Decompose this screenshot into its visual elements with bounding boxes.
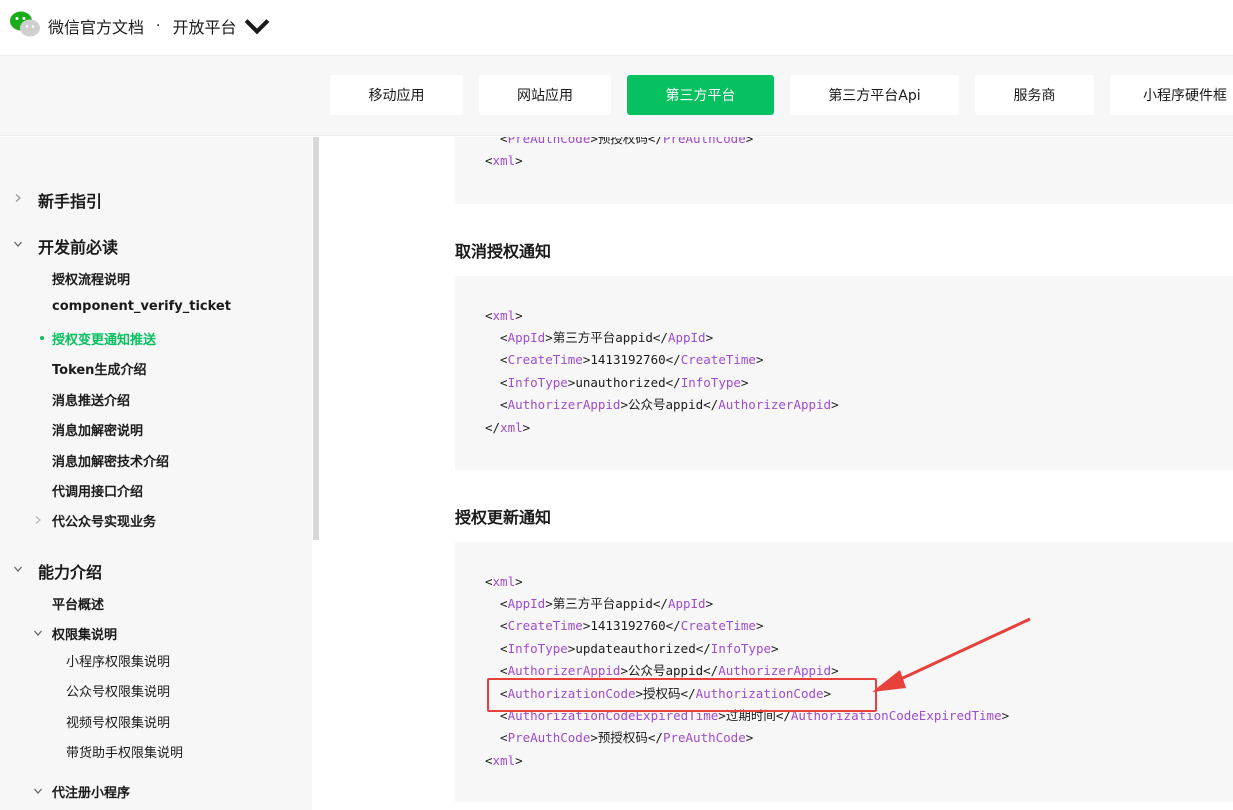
platform-tabs: 移动应用 网站应用 第三方平台 第三方平台Api 服务商 小程序硬件框	[0, 56, 1233, 136]
code-line: <AppId>第三方平台appid</AppId>	[485, 596, 714, 611]
sidebar-item-auth-flow[interactable]: 授权流程说明	[52, 269, 130, 288]
chevron-down-icon	[245, 19, 270, 35]
tab-mobile-app[interactable]: 移动应用	[330, 75, 463, 115]
sidebar-item-token-intro[interactable]: Token生成介绍	[52, 359, 146, 378]
sidebar-item-msg-encrypt-tech[interactable]: 消息加解密技术介绍	[52, 451, 169, 470]
code-line: <CreateTime>1413192760</CreateTime>	[485, 352, 764, 367]
annotation-arrow-icon	[872, 617, 1031, 692]
sidebar-section-capabilities[interactable]: 能力介绍	[38, 559, 102, 583]
code-line: <xml>	[485, 753, 523, 768]
chevron-down-icon[interactable]	[13, 564, 23, 574]
sidebar: 新手指引 开发前必读 授权流程说明 component_verify_ticke…	[0, 137, 312, 810]
heading-cancel-auth: 取消授权通知	[455, 242, 552, 261]
active-indicator	[40, 336, 44, 340]
top-header: 微信官方文档 · 开放平台	[0, 0, 1233, 56]
code-line: <InfoType>unauthorized</InfoType>	[485, 375, 749, 390]
code-block-cancel-auth: <xml> <AppId>第三方平台appid</AppId> <CreateT…	[455, 276, 1233, 470]
code-line: <xml>	[485, 153, 523, 168]
tab-website-app[interactable]: 网站应用	[479, 75, 611, 115]
sidebar-section-before-dev[interactable]: 开发前必读	[38, 234, 118, 258]
sidebar-item-shop-assistant-permissions[interactable]: 带货助手权限集说明	[66, 742, 183, 761]
code-line: <AppId>第三方平台appid</AppId>	[485, 330, 714, 345]
tab-third-party-platform[interactable]: 第三方平台	[627, 75, 774, 115]
sidebar-scrollbar[interactable]	[313, 137, 319, 540]
sidebar-item-verify-ticket[interactable]: component_verify_ticket	[52, 299, 231, 314]
tab-third-party-api[interactable]: 第三方平台Api	[790, 75, 959, 115]
code-line: <xml>	[485, 574, 523, 589]
sidebar-item-auth-change-push[interactable]: 授权变更通知推送	[52, 329, 156, 348]
sidebar-section-getting-started[interactable]: 新手指引	[38, 188, 102, 212]
code-line: <InfoType>updateauthorized</InfoType>	[485, 641, 779, 656]
site-title[interactable]: 微信官方文档	[48, 14, 144, 38]
code-line: <xml>	[485, 308, 523, 323]
chevron-down-icon[interactable]	[13, 239, 23, 249]
code-block-previous: <PreAuthCode>预授权码</PreAuthCode> <xml>	[455, 137, 1233, 204]
sidebar-item-proxy-api[interactable]: 代调用接口介绍	[52, 481, 143, 500]
code-block-update-auth: <xml> <AppId>第三方平台appid</AppId> <CreateT…	[455, 542, 1233, 802]
sidebar-item-permissions[interactable]: 权限集说明	[52, 624, 117, 643]
code-line: <PreAuthCode>预授权码</PreAuthCode>	[485, 137, 754, 146]
sidebar-item-register-mp[interactable]: 代注册小程序	[52, 782, 130, 801]
sidebar-item-oa-permissions[interactable]: 公众号权限集说明	[66, 681, 170, 700]
platform-label: 开放平台	[172, 18, 237, 37]
sidebar-item-oa-business[interactable]: 代公众号实现业务	[52, 511, 156, 530]
tab-miniprogram-hardware[interactable]: 小程序硬件框	[1110, 75, 1233, 115]
chevron-right-icon[interactable]	[33, 515, 43, 525]
code-line: <CreateTime>1413192760</CreateTime>	[485, 618, 764, 633]
sidebar-item-channels-permissions[interactable]: 视频号权限集说明	[66, 712, 170, 731]
chevron-down-icon[interactable]	[33, 628, 43, 638]
sidebar-item-mp-permissions[interactable]: 小程序权限集说明	[66, 651, 170, 670]
chevron-right-icon[interactable]	[13, 193, 23, 203]
title-separator: ·	[156, 18, 161, 34]
sidebar-item-platform-overview[interactable]: 平台概述	[52, 594, 104, 613]
code-line: </xml>	[485, 420, 531, 435]
chevron-down-icon[interactable]	[33, 786, 43, 796]
sidebar-item-msg-push[interactable]: 消息推送介绍	[52, 390, 130, 409]
wechat-logo-icon[interactable]	[8, 9, 42, 43]
sidebar-item-msg-encrypt[interactable]: 消息加解密说明	[52, 420, 143, 439]
annotation-highlight-box	[487, 678, 877, 712]
heading-update-auth: 授权更新通知	[455, 508, 552, 527]
tab-service-provider[interactable]: 服务商	[975, 75, 1094, 115]
platform-switcher[interactable]: 开放平台	[172, 11, 274, 41]
code-line: <PreAuthCode>预授权码</PreAuthCode>	[485, 730, 754, 745]
brand: 微信官方文档 · 开放平台	[8, 9, 274, 43]
code-line: <AuthorizerAppid>公众号appid</AuthorizerApp…	[485, 397, 839, 412]
